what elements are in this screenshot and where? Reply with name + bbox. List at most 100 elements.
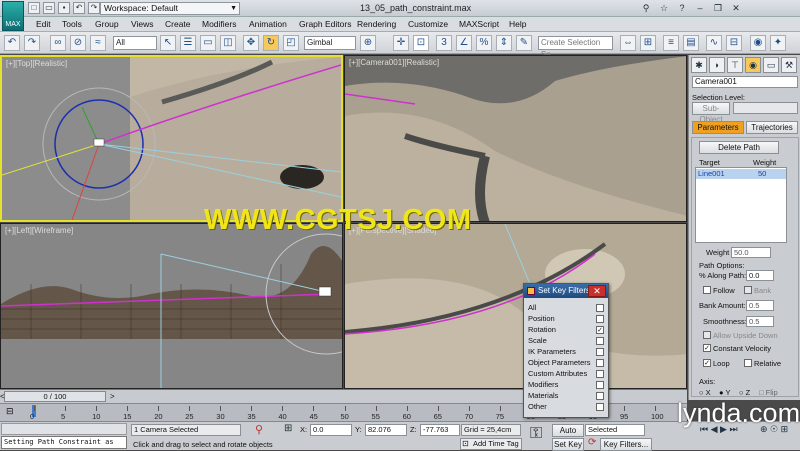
select-object-icon[interactable]: ↖	[160, 35, 176, 51]
viewport-camera[interactable]: [+][Camera001][Realistic]	[344, 55, 687, 222]
key-filter-checkbox[interactable]	[596, 348, 604, 356]
undo-icon[interactable]: ↶	[4, 35, 20, 51]
named-selection-set-input[interactable]: Create Selection Se	[538, 36, 613, 59]
move-icon[interactable]: ✥	[243, 35, 259, 51]
maxscript-listener-top[interactable]	[1, 423, 127, 435]
create-tab-icon[interactable]: ✱	[691, 57, 707, 73]
menu-graph-editors[interactable]: Graph Editors	[299, 19, 351, 29]
help-icon[interactable]: ?	[676, 2, 688, 14]
viewport-top[interactable]: [+][Top][Realistic]	[0, 55, 343, 222]
menu-tools[interactable]: Tools	[62, 19, 82, 29]
key-filter-checkbox[interactable]: ✓	[596, 326, 604, 334]
list-item[interactable]: Line001 50	[696, 169, 786, 179]
axis-z-radio[interactable]: ○ Z	[739, 388, 750, 397]
smoothness-spinner[interactable]: 0.5	[746, 316, 774, 327]
key-mode-dropdown[interactable]: Selected	[585, 424, 645, 436]
trajectories-tab[interactable]: Trajectories	[746, 121, 798, 134]
key-filter-scale[interactable]: Scale	[528, 336, 606, 347]
material-editor-icon[interactable]: ◉	[750, 35, 766, 51]
next-frame-icon[interactable]: >	[110, 392, 115, 401]
motion-tab-icon[interactable]: ◉	[745, 57, 761, 73]
unlink-icon[interactable]: ⊘	[70, 35, 86, 51]
viewport-top-label[interactable]: [+][Top][Realistic]	[6, 59, 67, 68]
time-slider-handle[interactable]: 0 / 100	[4, 391, 106, 402]
hierarchy-tab-icon[interactable]: ⊤	[727, 57, 743, 73]
weight-spinner[interactable]: 50.0	[731, 247, 771, 258]
set-key-button[interactable]: Set Key	[552, 438, 584, 451]
percent-snap-icon[interactable]: %	[476, 35, 492, 51]
key-filter-position[interactable]: Position	[528, 314, 606, 325]
menu-edit[interactable]: Edit	[36, 19, 51, 29]
save-icon[interactable]: ▪	[58, 2, 70, 14]
undo-icon[interactable]: ↶	[73, 2, 85, 14]
key-filter-custom-attributes[interactable]: Custom Attributes	[528, 369, 606, 380]
align-icon[interactable]: ⊞	[640, 35, 656, 51]
snaps-toggle-icon[interactable]: 3	[436, 35, 452, 51]
window-crossing-icon[interactable]: ◫	[220, 35, 236, 51]
menu-modifiers[interactable]: Modifiers	[202, 19, 236, 29]
menu-rendering[interactable]: Rendering	[357, 19, 396, 29]
graphite-ribbon-icon[interactable]: ▤	[683, 35, 699, 51]
auto-key-button[interactable]: Auto Key	[552, 424, 584, 446]
key-filter-all[interactable]: All	[528, 303, 606, 314]
workspace-dropdown[interactable]: Workspace: Default ▼	[100, 2, 240, 15]
key-filter-checkbox[interactable]	[596, 392, 604, 400]
maxscript-mini-listener[interactable]: Setting Path Constraint as	[1, 436, 127, 449]
rectangular-selection-icon[interactable]: ▭	[200, 35, 216, 51]
scale-icon[interactable]: ◰	[283, 35, 299, 51]
bind-space-warp-icon[interactable]: ≈	[90, 35, 106, 51]
layer-manager-icon[interactable]: ≡	[663, 35, 679, 51]
open-folder-icon[interactable]: ▭	[43, 2, 55, 14]
mirror-icon[interactable]: ⇔	[620, 35, 636, 51]
viewport-camera-label[interactable]: [+][Camera001][Realistic]	[349, 58, 439, 67]
bank-checkbox[interactable]	[744, 286, 752, 294]
utilities-tab-icon[interactable]: ⚒	[781, 57, 797, 73]
reference-coordinate-dropdown[interactable]: Gimbal	[304, 36, 356, 50]
key-filter-checkbox[interactable]	[596, 403, 604, 411]
menu-views[interactable]: Views	[131, 19, 154, 29]
viewport-perspective[interactable]: [+][Perspective][Shaded]	[344, 223, 687, 389]
edit-named-selection-icon[interactable]: ✎	[516, 35, 532, 51]
loop-checkbox[interactable]: ✓	[703, 359, 711, 367]
keyboard-shortcut-override-icon[interactable]: ⊡	[413, 35, 429, 51]
add-time-tag-button[interactable]: Add Time Tag	[460, 438, 522, 450]
select-by-name-icon[interactable]: ☰	[180, 35, 196, 51]
allow-upside-down-checkbox[interactable]	[703, 331, 711, 339]
bank-amount-spinner[interactable]: 0.5	[746, 300, 774, 311]
set-key-mode-icon[interactable]: ⟳	[588, 437, 596, 448]
key-icon[interactable]: ⚿	[530, 425, 542, 443]
z-coordinate-field[interactable]: -77.763	[420, 424, 460, 436]
object-name-field[interactable]: Camera001	[692, 76, 798, 88]
key-filter-object-parameters[interactable]: Object Parameters	[528, 358, 606, 369]
viewport-left-label[interactable]: [+][Left][Wireframe]	[5, 226, 73, 235]
delete-path-button[interactable]: Delete Path	[699, 141, 779, 154]
parameters-tab[interactable]: Parameters	[692, 121, 744, 134]
new-file-icon[interactable]: □	[28, 2, 40, 14]
selection-filter-dropdown[interactable]: All	[113, 36, 157, 50]
pivot-center-icon[interactable]: ⊕	[360, 35, 376, 51]
absolute-mode-icon[interactable]: ⊞	[284, 423, 292, 434]
key-filter-checkbox[interactable]	[596, 337, 604, 345]
menu-maxscript[interactable]: MAXScript	[459, 19, 499, 29]
angle-snap-icon[interactable]: ∠	[456, 35, 472, 51]
close-icon[interactable]: ✕	[730, 2, 742, 14]
rotate-icon[interactable]: ↻	[263, 35, 279, 51]
modify-tab-icon[interactable]: ◗	[709, 57, 725, 73]
redo-icon[interactable]: ↷	[24, 35, 40, 51]
lock-selection-icon[interactable]: ⚲	[255, 423, 263, 436]
y-coordinate-field[interactable]: 82.076	[365, 424, 407, 436]
viewport-left[interactable]: [+][Left][Wireframe]	[0, 223, 343, 389]
menu-animation[interactable]: Animation	[249, 19, 287, 29]
key-filter-materials[interactable]: Materials	[528, 391, 606, 402]
close-icon[interactable]: ✕	[588, 285, 606, 297]
key-filter-modifiers[interactable]: Modifiers	[528, 380, 606, 391]
target-list[interactable]: Line001 50	[695, 167, 787, 243]
redo-icon[interactable]: ↷	[88, 2, 100, 14]
key-filter-other[interactable]: Other	[528, 402, 606, 413]
key-filter-ik-parameters[interactable]: IK Parameters	[528, 347, 606, 358]
axis-x-radio[interactable]: ○ X	[699, 388, 711, 397]
spinner-snap-icon[interactable]: ⇕	[496, 35, 512, 51]
key-filter-checkbox[interactable]	[596, 304, 604, 312]
flip-checkbox[interactable]: □ Flip	[759, 388, 778, 397]
relative-checkbox[interactable]	[744, 359, 752, 367]
